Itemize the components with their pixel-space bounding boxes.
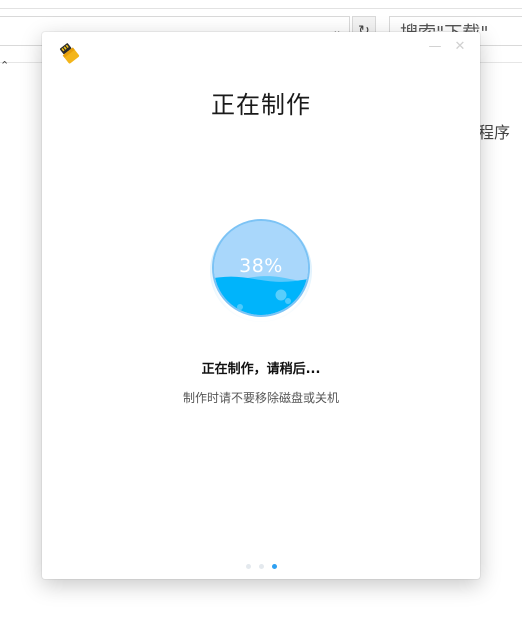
progress-circle: 38% bbox=[210, 217, 312, 322]
progress-percent: 38% bbox=[239, 255, 283, 277]
partial-file-type-text: 程序 bbox=[478, 123, 511, 142]
window-top-border bbox=[0, 8, 522, 9]
make-bootable-dialog: — ✕ 正在制作 38% 正在制作，请稍后... 制作时请不要移除磁盘或关机 bbox=[42, 32, 480, 579]
status-text: 正在制作，请稍后... bbox=[201, 362, 321, 377]
pager-dot-3[interactable] bbox=[272, 564, 277, 569]
sort-caret-icon[interactable]: ⌃ bbox=[0, 60, 12, 72]
close-button[interactable]: ✕ bbox=[453, 40, 467, 54]
bubble-medium bbox=[285, 298, 291, 304]
pager-dot-2[interactable] bbox=[259, 564, 264, 569]
dialog-title: 正在制作 bbox=[211, 91, 311, 119]
pager-dot-1[interactable] bbox=[246, 564, 251, 569]
usb-drive-icon bbox=[58, 42, 80, 64]
minimize-button[interactable]: — bbox=[428, 40, 442, 54]
hint-text: 制作时请不要移除磁盘或关机 bbox=[182, 391, 339, 405]
bubble-large bbox=[275, 289, 287, 301]
